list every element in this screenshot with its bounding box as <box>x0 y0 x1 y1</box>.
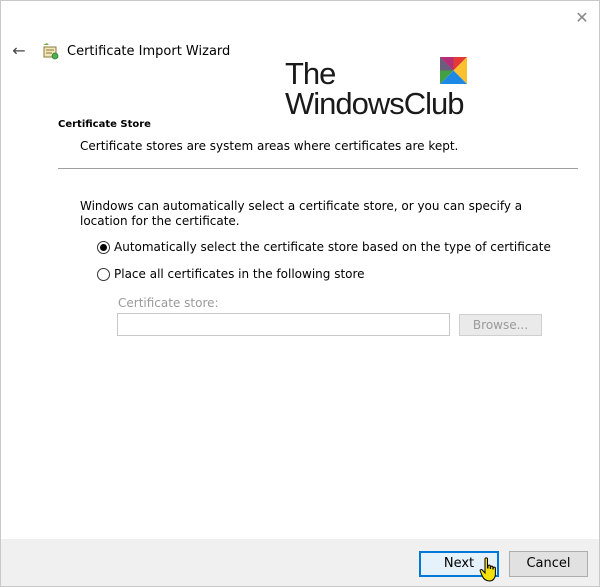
browse-button[interactable]: Browse... <box>459 314 542 336</box>
thewindowsclub-watermark: The WindowsClub <box>285 56 485 122</box>
radio-button-unchecked[interactable] <box>97 267 110 281</box>
place-in-store-label: Place all certificates in the following … <box>114 267 365 281</box>
wizard-title: Certificate Import Wizard <box>67 44 231 59</box>
header-divider <box>58 168 578 169</box>
auto-select-store-option[interactable]: Automatically select the certificate sto… <box>97 240 551 254</box>
certificate-import-wizard-window: ✕ ← Certificate Import Wizard The Window… <box>0 0 600 587</box>
section-title: Certificate Store <box>58 119 151 130</box>
certificate-store-input[interactable] <box>117 313 450 336</box>
close-icon: ✕ <box>575 8 589 27</box>
back-button[interactable]: ← <box>9 41 29 61</box>
place-in-store-option[interactable]: Place all certificates in the following … <box>97 267 365 281</box>
close-button[interactable]: ✕ <box>571 7 593 29</box>
radio-button-checked[interactable] <box>97 240 110 254</box>
section-description: Certificate stores are system areas wher… <box>80 139 459 153</box>
auto-select-store-label: Automatically select the certificate sto… <box>114 240 551 254</box>
cancel-button[interactable]: Cancel <box>509 551 588 577</box>
intro-text: Windows can automatically select a certi… <box>80 199 523 228</box>
windowsclub-logo-icon <box>440 57 467 84</box>
certificate-store-label: Certificate store: <box>118 296 219 310</box>
certificate-icon <box>43 43 59 60</box>
back-arrow-icon: ← <box>12 41 26 60</box>
watermark-line2: WindowsClub <box>285 86 465 121</box>
mouse-pointer-icon <box>479 557 496 582</box>
